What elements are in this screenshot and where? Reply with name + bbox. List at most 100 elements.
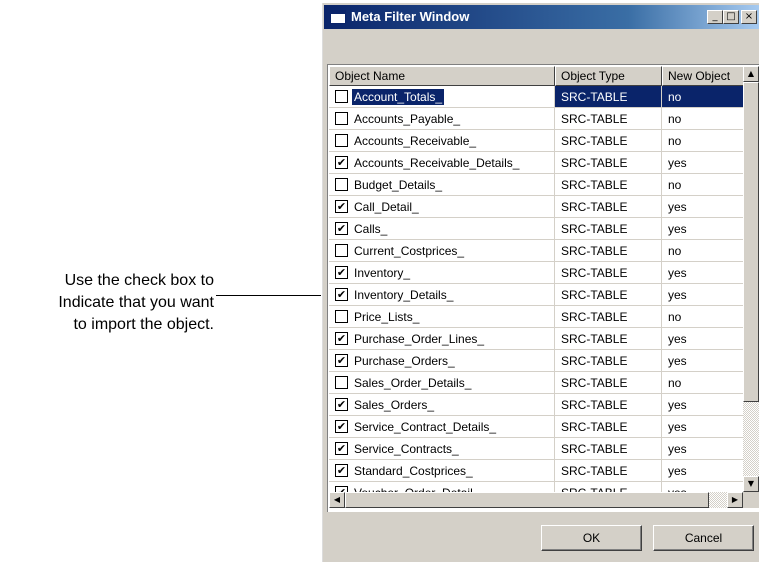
scrollbar-corner xyxy=(743,492,759,508)
table-row[interactable]: Budget_Details_ SRC-TABLE no xyxy=(329,174,744,196)
object-name: Budget_Details_ xyxy=(354,178,443,192)
table-row[interactable]: Accounts_Receivable_ SRC-TABLE no xyxy=(329,130,744,152)
object-name-cell: ✔ Purchase_Orders_ xyxy=(329,350,555,372)
object-name: Inventory_Details_ xyxy=(354,288,454,302)
table-row[interactable]: ✔ Standard_Costprices_ SRC-TABLE yes xyxy=(329,460,744,482)
object-type-cell: SRC-TABLE xyxy=(555,438,662,460)
object-type-cell: SRC-TABLE xyxy=(555,130,662,152)
table-row[interactable]: ✔ Call_Detail_ SRC-TABLE yes xyxy=(329,196,744,218)
object-name: Accounts_Payable_ xyxy=(354,112,461,126)
import-checkbox[interactable] xyxy=(335,90,348,103)
import-checkbox[interactable]: ✔ xyxy=(335,200,348,213)
table-row[interactable]: ✔ Service_Contract_Details_ SRC-TABLE yes xyxy=(329,416,744,438)
object-type-cell: SRC-TABLE xyxy=(555,372,662,394)
new-object-cell: no xyxy=(662,108,744,130)
object-name: Inventory_ xyxy=(354,266,411,280)
import-checkbox[interactable]: ✔ xyxy=(335,354,348,367)
new-object-cell: no xyxy=(662,174,744,196)
object-type-cell: SRC-TABLE xyxy=(555,174,662,196)
table-row[interactable]: ✔ Accounts_Receivable_Details_ SRC-TABLE ye… xyxy=(329,152,744,174)
new-object-cell: no xyxy=(662,240,744,262)
table-row[interactable]: ✔ Purchase_Orders_ SRC-TABLE yes xyxy=(329,350,744,372)
object-name: Current_Costprices_ xyxy=(354,244,465,258)
table-row[interactable]: Accounts_Payable_ SRC-TABLE no xyxy=(329,108,744,130)
object-name: Sales_Orders_ xyxy=(354,398,435,412)
callout-text: Use the check box to Indicate that you w… xyxy=(0,270,214,336)
import-checkbox[interactable] xyxy=(335,112,348,125)
maximize-button[interactable]: □ xyxy=(723,10,739,24)
object-name-cell: ✔ Service_Contract_Details_ xyxy=(329,416,555,438)
import-checkbox[interactable] xyxy=(335,134,348,147)
column-header-object-name[interactable]: Object Name xyxy=(329,66,555,86)
import-checkbox[interactable]: ✔ xyxy=(335,464,348,477)
table-row[interactable]: Price_Lists_ SRC-TABLE no xyxy=(329,306,744,328)
object-type-cell: SRC-TABLE xyxy=(555,218,662,240)
import-checkbox[interactable]: ✔ xyxy=(335,156,348,169)
object-name-cell: ✔ Standard_Costprices_ xyxy=(329,460,555,482)
window-icon xyxy=(330,10,346,24)
column-header-new-object[interactable]: New Object xyxy=(662,66,748,86)
object-type-cell: SRC-TABLE xyxy=(555,152,662,174)
horizontal-scroll-thumb[interactable] xyxy=(345,492,709,508)
import-checkbox[interactable]: ✔ xyxy=(335,288,348,301)
scroll-right-icon[interactable]: ▶ xyxy=(727,492,743,508)
scroll-left-icon[interactable]: ◀ xyxy=(329,492,345,508)
table-row[interactable]: Sales_Order_Details_ SRC-TABLE no xyxy=(329,372,744,394)
horizontal-scrollbar[interactable]: ◀ ▶ xyxy=(329,492,743,508)
table-row[interactable]: ✔ Purchase_Order_Lines_ SRC-TABLE yes xyxy=(329,328,744,350)
close-button[interactable]: × xyxy=(741,10,757,24)
new-object-cell: yes xyxy=(662,262,744,284)
object-type-cell: SRC-TABLE xyxy=(555,416,662,438)
new-object-cell: no xyxy=(662,372,744,394)
scroll-down-icon[interactable]: ▼ xyxy=(743,476,759,492)
new-object-cell: yes xyxy=(662,328,744,350)
table-row[interactable]: Account_Totals_ SRC-TABLE no xyxy=(329,86,744,108)
new-object-cell: no xyxy=(662,306,744,328)
import-checkbox[interactable]: ✔ xyxy=(335,442,348,455)
new-object-cell: yes xyxy=(662,284,744,306)
import-checkbox[interactable]: ✔ xyxy=(335,398,348,411)
object-name: Service_Contract_Details_ xyxy=(354,420,497,434)
object-name: Accounts_Receivable_Details_ xyxy=(354,156,520,170)
table-row[interactable]: ✔ Service_Contracts_ SRC-TABLE yes xyxy=(329,438,744,460)
object-name-cell: ✔ Calls_ xyxy=(329,218,555,240)
object-type-cell: SRC-TABLE xyxy=(555,460,662,482)
table-row[interactable]: Current_Costprices_ SRC-TABLE no xyxy=(329,240,744,262)
column-header-object-type[interactable]: Object Type xyxy=(555,66,662,86)
scroll-up-icon[interactable]: ▲ xyxy=(743,66,759,82)
table-row[interactable]: ✔ Calls_ SRC-TABLE yes xyxy=(329,218,744,240)
import-checkbox[interactable]: ✔ xyxy=(335,222,348,235)
object-list[interactable]: Object Name Object Type New Object Accou… xyxy=(327,64,759,512)
object-name-cell: ✔ Sales_Orders_ xyxy=(329,394,555,416)
title-bar[interactable]: Meta Filter Window _ □ × xyxy=(324,5,759,29)
import-checkbox[interactable]: ✔ xyxy=(335,420,348,433)
import-checkbox[interactable] xyxy=(335,178,348,191)
new-object-cell: no xyxy=(662,86,744,108)
cancel-button[interactable]: Cancel xyxy=(653,525,754,551)
vertical-scrollbar[interactable]: ▲ ▼ xyxy=(743,66,759,492)
object-name-cell: ✔ Accounts_Receivable_Details_ xyxy=(329,152,555,174)
import-checkbox[interactable] xyxy=(335,310,348,323)
object-name-cell: ✔ Purchase_Order_Lines_ xyxy=(329,328,555,350)
object-name-cell: ✔ Inventory_Details_ xyxy=(329,284,555,306)
ok-button[interactable]: OK xyxy=(541,525,642,551)
object-name-cell: ✔ Call_Detail_ xyxy=(329,196,555,218)
import-checkbox[interactable] xyxy=(335,376,348,389)
table-row[interactable]: ✔ Sales_Orders_ SRC-TABLE yes xyxy=(329,394,744,416)
list-header: Object Name Object Type New Object xyxy=(329,66,759,86)
import-checkbox[interactable] xyxy=(335,244,348,257)
object-name-cell: ✔ Inventory_ xyxy=(329,262,555,284)
object-name: Price_Lists_ xyxy=(354,310,420,324)
import-checkbox[interactable]: ✔ xyxy=(335,266,348,279)
import-checkbox[interactable]: ✔ xyxy=(335,332,348,345)
table-row[interactable]: ✔ Inventory_ SRC-TABLE yes xyxy=(329,262,744,284)
object-type-cell: SRC-TABLE xyxy=(555,240,662,262)
object-type-cell: SRC-TABLE xyxy=(555,394,662,416)
vertical-scroll-thumb[interactable] xyxy=(743,82,759,402)
object-name-cell: ✔ Service_Contracts_ xyxy=(329,438,555,460)
minimize-button[interactable]: _ xyxy=(707,10,723,24)
new-object-cell: yes xyxy=(662,460,744,482)
table-row[interactable]: ✔ Inventory_Details_ SRC-TABLE yes xyxy=(329,284,744,306)
callout-line-3: to import the object. xyxy=(73,316,214,333)
object-name: Standard_Costprices_ xyxy=(354,464,473,478)
